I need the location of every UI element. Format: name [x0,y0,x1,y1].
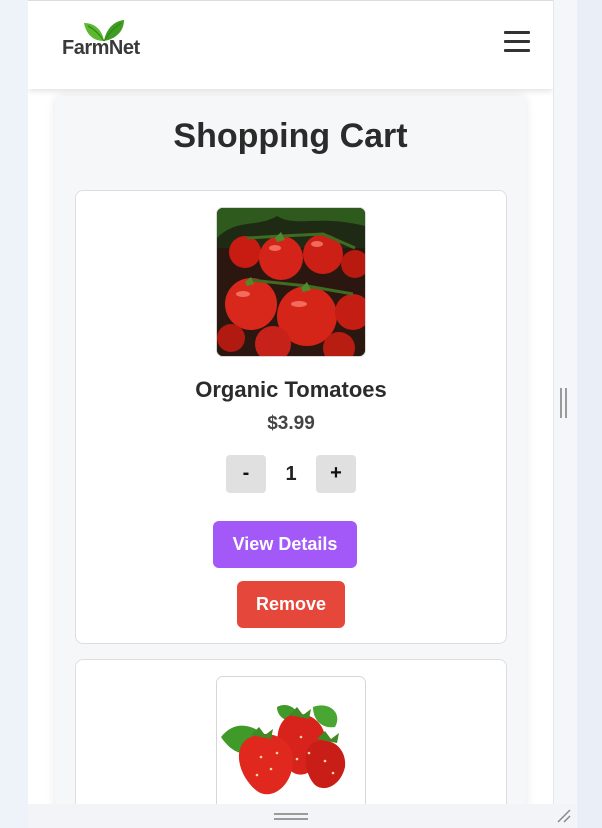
view-details-button[interactable]: View Details [213,521,357,568]
product-name: Organic Tomatoes [195,377,387,402]
increase-quantity-button[interactable]: + [316,455,356,493]
page-title: Shopping Cart [173,117,408,155]
quantity-value: 1 [285,463,297,485]
cart-item-card: Organic Tomatoes $3.99 - 1 + View Detail… [75,190,507,644]
farmnet-logo[interactable]: FarmNet [62,19,158,63]
resize-corner-icon[interactable] [556,808,572,824]
resize-handle-vertical-line [565,388,567,418]
cart-item-card [75,659,507,804]
viewport-frame: FarmNet Shopping Cart Organic Tomatoes $… [28,0,553,804]
resize-handle-horizontal-line [274,818,308,820]
decrease-quantity-button[interactable]: - [226,455,266,493]
product-price: $3.99 [267,413,315,434]
resize-handle-horizontal[interactable] [274,813,308,815]
top-nav: FarmNet [28,0,553,89]
bottom-resize-bar [28,804,576,828]
hamburger-menu-icon[interactable] [504,31,530,53]
tomatoes-image [216,207,366,357]
strawberries-image [216,676,366,804]
remove-button[interactable]: Remove [237,581,345,628]
logo-text: FarmNet [62,37,140,59]
resize-handle-vertical[interactable] [560,388,562,418]
left-gutter [0,0,28,828]
